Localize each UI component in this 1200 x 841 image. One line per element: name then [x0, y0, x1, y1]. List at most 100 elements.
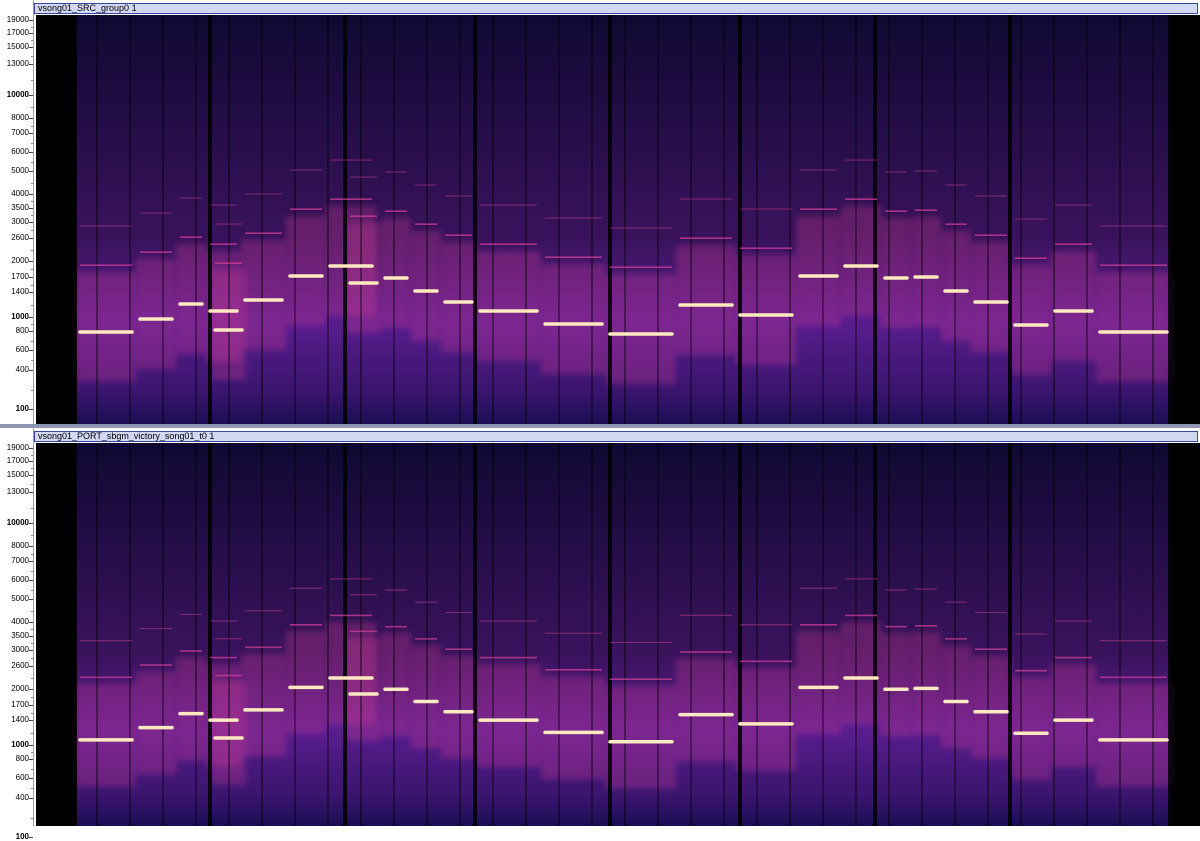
ruler-tick-minor — [31, 535, 33, 536]
ruler-tick-minor — [31, 508, 33, 509]
track-src[interactable]: 19000 17000 15000 13000 10000 8000 7000 6000 500… — [0, 0, 1200, 424]
spectrogram[interactable] — [36, 15, 1200, 424]
ruler-tick-minor — [31, 658, 33, 659]
ruler-tick-minor — [31, 80, 33, 81]
transient-line — [822, 15, 824, 424]
transient-line — [1086, 15, 1088, 424]
harmonic-glow — [881, 633, 911, 737]
frequency-label: 800 — [15, 754, 29, 763]
transient-line — [723, 443, 725, 826]
harmonic-glow — [346, 637, 381, 741]
harmonic-glow — [441, 655, 476, 759]
ruler-tick — [29, 837, 33, 838]
transient-line — [1086, 443, 1088, 826]
ruler-tick — [29, 261, 33, 262]
transient-line — [888, 443, 890, 826]
note-gap — [473, 443, 477, 826]
ruler-tick — [29, 492, 33, 493]
ruler-tick — [29, 64, 33, 65]
note-gap — [1168, 15, 1172, 424]
ruler-tick-minor — [31, 285, 33, 286]
frequency-label: 13000 — [6, 59, 29, 68]
ruler-tick-minor — [31, 678, 33, 679]
transient-line — [492, 15, 494, 424]
frequency-label: 19000 — [6, 15, 29, 24]
transient-line — [195, 443, 197, 826]
harmonic-glow — [971, 242, 1011, 352]
frequency-ruler[interactable]: 19000 17000 15000 13000 10000 8000 7000 6000 500… — [0, 0, 34, 424]
harmonic-glow — [476, 663, 541, 768]
ruler-tick — [29, 222, 33, 223]
transient-line — [558, 443, 560, 826]
frequency-label: 3000 — [11, 217, 29, 226]
transient-line — [756, 443, 758, 826]
ruler-tick-minor — [31, 697, 33, 698]
harmonic-glow — [381, 633, 411, 737]
harmonic-glow — [286, 631, 326, 735]
ruler-tick — [29, 745, 33, 746]
ruler-tick-minor — [31, 629, 33, 630]
ruler-tick — [29, 317, 33, 318]
note-gap — [208, 443, 212, 826]
spectrogram[interactable] — [36, 443, 1200, 826]
ruler-tick-minor — [31, 360, 33, 361]
ruler-tick — [29, 622, 33, 623]
harmonic-glow — [476, 251, 541, 361]
ruler-tick — [29, 778, 33, 779]
track-name-bar[interactable]: vsong01_SRC_group0 1 — [34, 3, 1198, 14]
transient-line — [591, 15, 593, 424]
ruler-tick-minor — [31, 390, 33, 391]
frequency-label: 1700 — [11, 272, 29, 281]
transient-line — [954, 443, 956, 826]
ruler-tick — [29, 331, 33, 332]
transient-line — [591, 443, 593, 826]
harmonic-glow — [541, 676, 606, 780]
harmonic-glow — [676, 245, 736, 355]
harmonic-glow — [241, 653, 286, 757]
transient-line — [393, 15, 395, 424]
note-gap — [1008, 15, 1012, 424]
frequency-label: 7000 — [11, 128, 29, 137]
ruler-tick-minor — [31, 162, 33, 163]
ruler-tick — [29, 461, 33, 462]
ruler-tick-minor — [31, 643, 33, 644]
ruler-tick — [29, 208, 33, 209]
frequency-label: 1400 — [11, 715, 29, 724]
frequency-label: 800 — [15, 326, 29, 335]
ruler-tick — [29, 689, 33, 690]
harmonic-glow — [176, 657, 206, 761]
harmonic-glow — [736, 667, 796, 771]
ruler-tick — [29, 47, 33, 48]
harmonic-glow — [1011, 677, 1051, 781]
frequency-label: 600 — [15, 345, 29, 354]
ruler-tick-minor — [31, 27, 33, 28]
frequency-label: 2600 — [11, 661, 29, 670]
frequency-label: 17000 — [6, 28, 29, 37]
track-port[interactable]: 19000 17000 15000 13000 10000 8000 7000 6000 500… — [0, 428, 1200, 841]
harmonic-glow — [606, 685, 676, 789]
harmonic-glow — [541, 264, 606, 374]
transient-line — [987, 15, 989, 424]
transient-line — [558, 15, 560, 424]
harmonic-glow — [136, 671, 176, 775]
frequency-ruler[interactable]: 19000 17000 15000 13000 10000 8000 7000 6000 500… — [0, 428, 34, 841]
transient-line — [228, 443, 230, 826]
ruler-tick-minor — [31, 468, 33, 469]
transient-line — [96, 443, 98, 826]
frequency-label: 4000 — [11, 189, 29, 198]
track-name: vsong01_SRC_group0 1 — [38, 3, 137, 13]
transient-line — [360, 443, 362, 826]
note-gap — [473, 15, 477, 424]
ruler-tick-minor — [31, 455, 33, 456]
note-gap — [1168, 443, 1172, 826]
track-name-bar[interactable]: vsong01_PORT_sbgm_victory_song01_t0 1 — [34, 431, 1198, 442]
ruler-tick — [29, 238, 33, 239]
transient-line — [294, 15, 296, 424]
frequency-label: 400 — [15, 793, 29, 802]
ruler-tick — [29, 20, 33, 21]
ruler-tick — [29, 350, 33, 351]
note-gap — [343, 443, 347, 826]
transient-line — [1053, 15, 1055, 424]
transient-line — [459, 443, 461, 826]
transient-line — [690, 443, 692, 826]
